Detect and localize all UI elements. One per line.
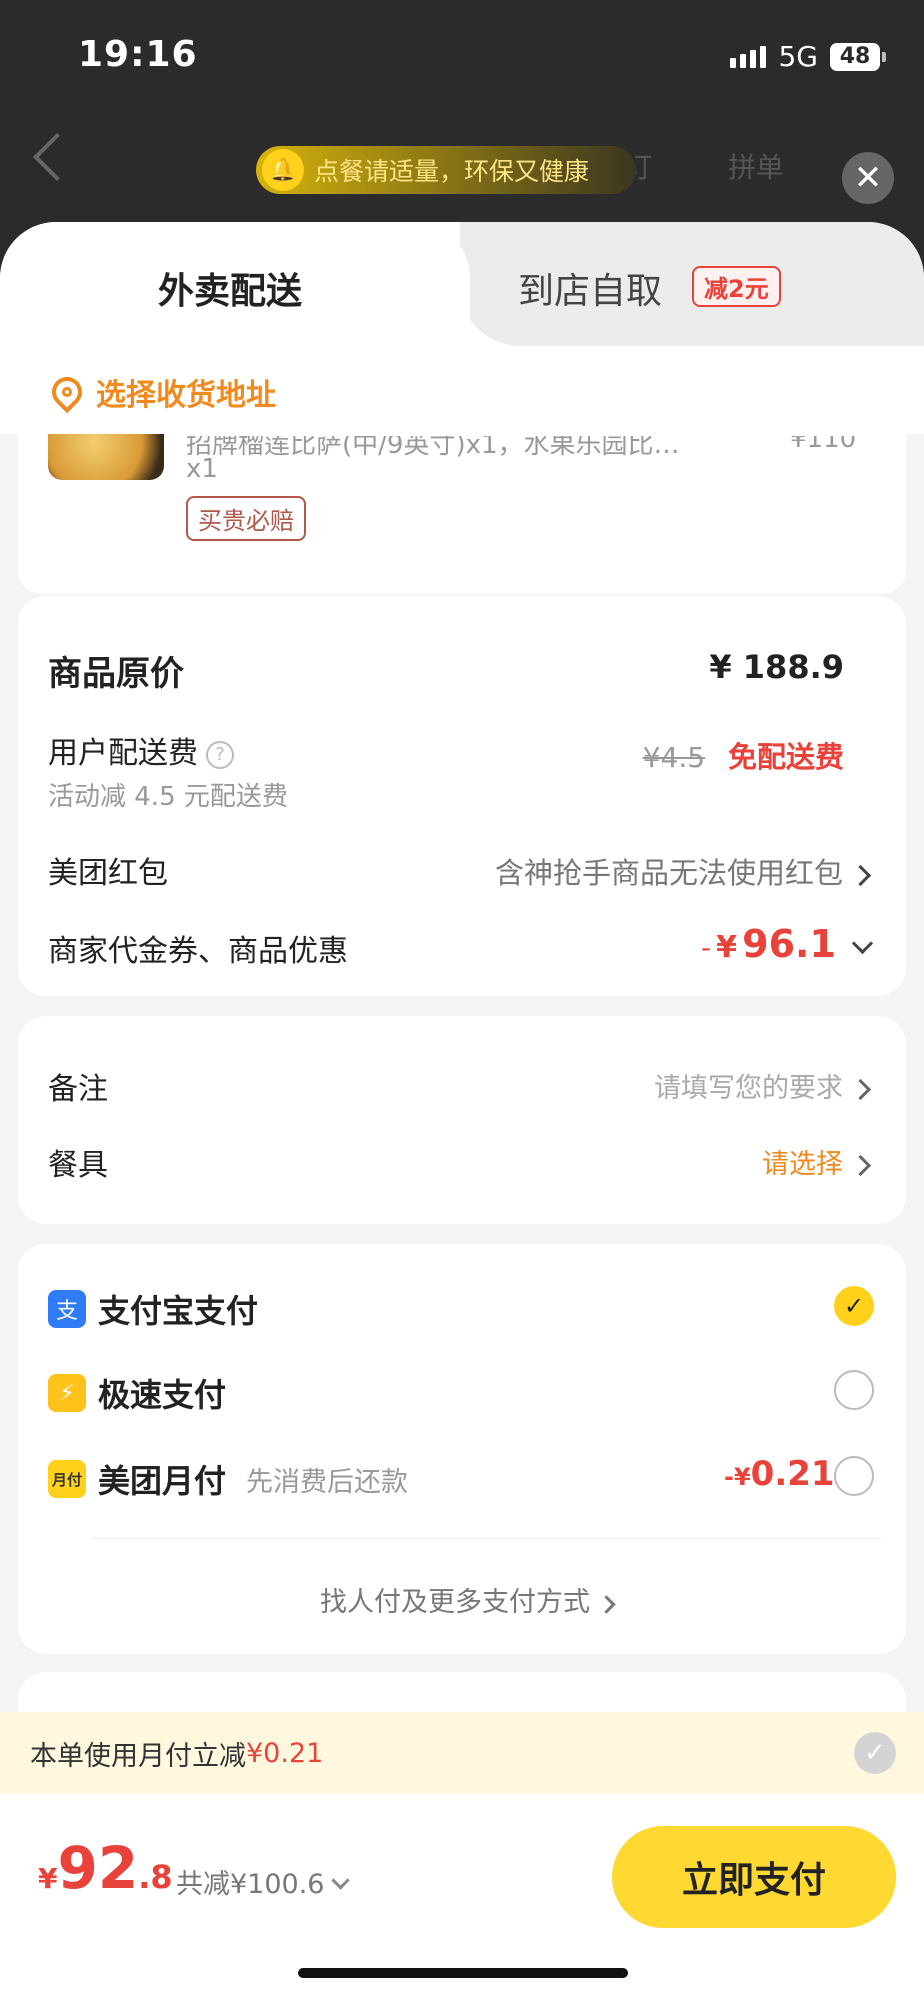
utensils-row[interactable]: 请选择 [762, 1142, 872, 1181]
notice-text: 点餐请适量，环保又健康 [314, 157, 590, 186]
price-guarantee-tag: 买贵必赔 [186, 496, 306, 541]
remark-placeholder: 请填写您的要求 [654, 1073, 843, 1104]
remark-row[interactable]: 请填写您的要求 [654, 1066, 872, 1105]
chevron-down-icon [851, 932, 874, 955]
close-button[interactable]: ✕ [842, 152, 894, 204]
fast-pay-label: 极速支付 [98, 1376, 227, 1414]
bell-icon: 🔔 [262, 149, 304, 191]
status-indicators: 5G 48 [730, 40, 886, 73]
promo-strip: 本单使用月付立减 ¥0.21 ✓ [0, 1712, 924, 1794]
total-saved: 共减¥100.6 [176, 1869, 325, 1900]
payment-option-alipay[interactable]: 支 支付宝支付 [48, 1286, 258, 1332]
total-integer: 92 [57, 1834, 139, 1902]
alipay-radio[interactable]: ✓ [834, 1286, 874, 1326]
more-payment-link[interactable]: 找人付及更多支付方式 [320, 1580, 616, 1619]
status-time: 19:16 [78, 34, 198, 75]
remark-card [18, 1016, 906, 1224]
lightning-icon: ⚡ [48, 1374, 86, 1412]
chevron-right-icon [849, 1078, 872, 1101]
alipay-icon: 支 [48, 1290, 86, 1328]
coupon-label: 商家代金券、商品优惠 [48, 934, 348, 969]
coupon-row[interactable]: - ¥ 96.1 [700, 922, 874, 966]
network-label: 5G [778, 40, 818, 73]
fast-pay-radio[interactable] [834, 1370, 874, 1410]
monthly-pay-radio[interactable] [834, 1456, 874, 1496]
battery-icon: 48 [830, 42, 886, 71]
chevron-right-icon [849, 1154, 872, 1177]
remark-label: 备注 [48, 1072, 108, 1107]
help-icon[interactable]: ? [206, 740, 234, 769]
delivery-fee-value: ¥4.5 免配送费 [643, 734, 844, 776]
payment-option-monthly[interactable]: 月付 美团月付 先消费后还款 [48, 1456, 408, 1502]
total-decimal: .8 [138, 1858, 173, 1896]
faded-tab-2: 拼单 [728, 151, 785, 184]
close-icon: ✕ [853, 158, 883, 198]
total-currency: ¥ [38, 1862, 58, 1895]
delivery-fee-note: 活动减 4.5 元配送费 [48, 782, 288, 812]
utensils-label: 餐具 [48, 1148, 108, 1183]
free-delivery-label: 免配送费 [727, 740, 844, 774]
select-address-label: 选择收货地址 [96, 378, 276, 413]
red-packet-label: 美团红包 [48, 856, 168, 891]
select-address-button[interactable]: 选择收货地址 [45, 370, 276, 414]
check-icon[interactable]: ✓ [854, 1732, 896, 1774]
alipay-label: 支付宝支付 [98, 1292, 259, 1330]
item-thumbnail [48, 434, 164, 480]
utensils-value: 请选择 [762, 1149, 843, 1180]
delivery-fee-strike: ¥4.5 [642, 741, 706, 774]
red-packet-row[interactable]: 含神抢手商品无法使用红包 [494, 850, 872, 892]
delivery-fee-row: 用户配送费? [48, 728, 234, 772]
monthly-discount: -¥0.21 [724, 1454, 835, 1494]
chevron-right-icon [597, 1595, 616, 1614]
promo-amount: ¥0.21 [246, 1737, 324, 1769]
signal-icon [730, 45, 767, 68]
more-payment-label: 找人付及更多支付方式 [320, 1587, 590, 1618]
chevron-right-icon [849, 864, 872, 887]
delivery-fee-label: 用户配送费 [48, 736, 198, 771]
promo-text: 本单使用月付立减 [30, 1740, 246, 1772]
coupon-prefix: - [700, 931, 712, 964]
check-icon: ✓ [843, 1292, 865, 1320]
pickup-discount-badge: 减2元 [692, 266, 781, 307]
monthly-discount-prefix: -¥ [724, 1463, 751, 1491]
monthly-pay-icon: 月付 [48, 1460, 86, 1498]
total-price: ¥92.8 [38, 1834, 173, 1902]
red-packet-value: 含神抢手商品无法使用红包 [494, 856, 843, 890]
coupon-currency: ¥ [716, 930, 738, 965]
notice-banner: 🔔 点餐请适量，环保又健康 [256, 146, 636, 194]
tab-delivery[interactable]: 外卖配送 [158, 262, 302, 314]
chevron-down-icon [331, 1871, 351, 1890]
tab-pickup[interactable]: 到店自取 [518, 262, 662, 314]
divider [92, 1538, 882, 1539]
home-indicator [298, 1968, 628, 1978]
payment-option-fast[interactable]: ⚡ 极速支付 [48, 1370, 226, 1416]
total-saved-row[interactable]: 共减¥100.6 [176, 1862, 351, 1901]
original-price-label: 商品原价 [48, 654, 184, 694]
original-price-value: ¥ 188.9 [709, 648, 844, 686]
monthly-pay-label: 美团月付 [98, 1462, 227, 1500]
monthly-pay-sub: 先消费后还款 [246, 1466, 409, 1498]
location-pin-icon [45, 370, 89, 414]
item-qty: x1 [186, 454, 218, 484]
coupon-value: 96.1 [742, 922, 836, 966]
pay-now-button[interactable]: 立即支付 [612, 1826, 896, 1928]
monthly-discount-value: 0.21 [750, 1454, 835, 1494]
